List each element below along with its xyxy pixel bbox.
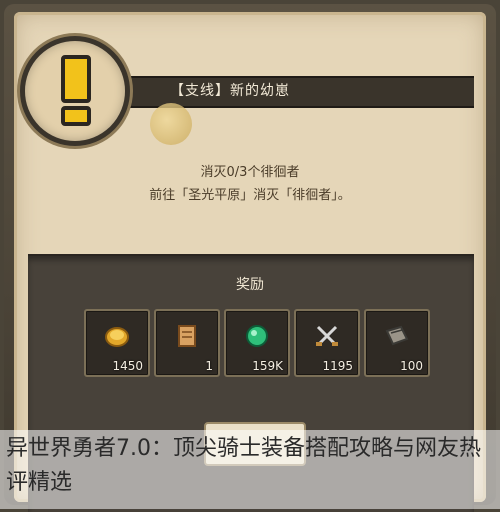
reward-slot[interactable]: 159K	[224, 309, 290, 377]
crossed-swords-icon	[316, 325, 338, 346]
reward-quantity: 1195	[322, 359, 353, 373]
book-icon	[385, 325, 409, 346]
reward-slot[interactable]: 100	[364, 309, 430, 377]
reward-slot[interactable]: 1450	[84, 309, 150, 377]
reward-quantity: 1450	[112, 359, 143, 373]
reward-slots: 1450 1 159K 1195 100	[84, 309, 430, 377]
objective-detail: 前往「圣光平原」消灭「徘徊者」。	[149, 188, 351, 203]
reward-quantity: 1	[205, 359, 213, 373]
reward-quantity: 159K	[252, 359, 283, 373]
green-gem-icon	[246, 325, 268, 347]
alert-badge	[20, 36, 130, 146]
scroll-icon	[178, 325, 196, 347]
exclamation-icon	[61, 55, 91, 126]
gold-coin-icon	[105, 327, 129, 347]
reward-title: 奖励	[236, 277, 264, 293]
reward-slot[interactable]: 1195	[294, 309, 360, 377]
reward-quantity: 100	[400, 359, 423, 373]
coin-decoration-icon	[150, 103, 192, 145]
caption-text: 异世界勇者7.0：顶尖骑士装备搭配攻略与网友热评精选	[6, 436, 481, 495]
objective-progress: 消灭0/3个徘徊者	[200, 165, 300, 180]
reward-slot[interactable]: 1	[154, 309, 220, 377]
quest-title: 【支线】新的幼崽	[170, 83, 290, 99]
